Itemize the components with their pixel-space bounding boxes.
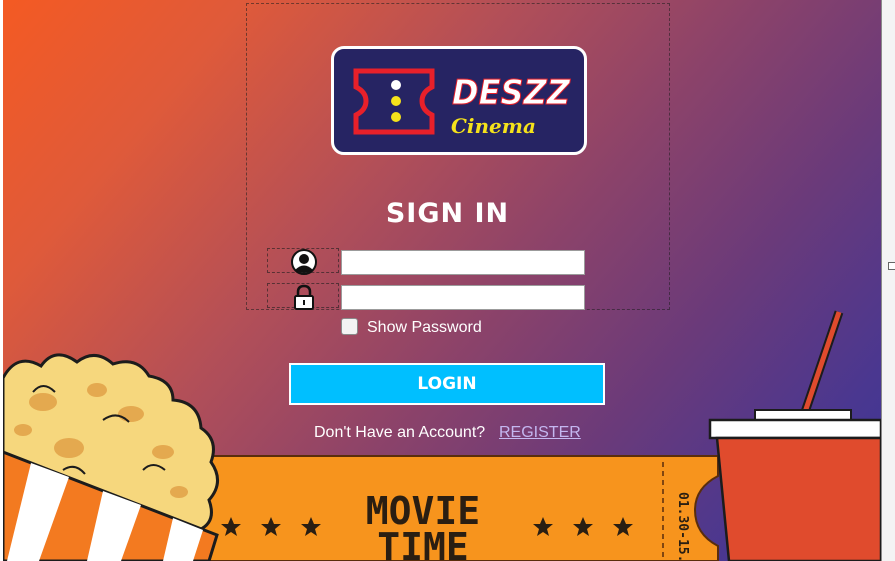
user-circle-icon xyxy=(291,249,317,275)
drink-cup-graphic xyxy=(708,310,881,561)
ticket-title-line2: TIME xyxy=(377,525,469,561)
padlock-icon xyxy=(294,284,314,310)
resize-handle[interactable] xyxy=(888,262,895,270)
app-window: MOVIE TIME 01.30-15.30 DESZZ Cinema SIGN… xyxy=(0,0,895,561)
password-input[interactable] xyxy=(341,285,585,310)
movie-ticket-graphic: MOVIE TIME 01.30-15.30 xyxy=(152,455,719,561)
password-icon-box xyxy=(267,283,339,310)
no-account-text: Don't Have an Account? xyxy=(314,424,486,441)
username-input[interactable] xyxy=(341,250,585,275)
show-password-checkbox[interactable] xyxy=(341,318,358,335)
show-password-label[interactable]: Show Password xyxy=(367,319,482,337)
username-icon-box xyxy=(267,248,339,275)
logo-brand-text: DESZZ xyxy=(452,73,571,113)
popcorn-graphic xyxy=(3,353,219,561)
window-side-strip xyxy=(881,0,895,561)
login-button[interactable]: LOGIN xyxy=(289,363,605,405)
logo-subtitle-text: Cinema xyxy=(451,114,536,138)
sign-in-title: SIGN IN xyxy=(385,198,510,229)
ticket-showtimes: 01.30-15.30 xyxy=(675,492,690,561)
register-link[interactable]: REGISTER xyxy=(499,424,581,442)
ticket-logo-icon xyxy=(353,68,435,135)
cinema-logo: DESZZ Cinema xyxy=(331,46,587,155)
